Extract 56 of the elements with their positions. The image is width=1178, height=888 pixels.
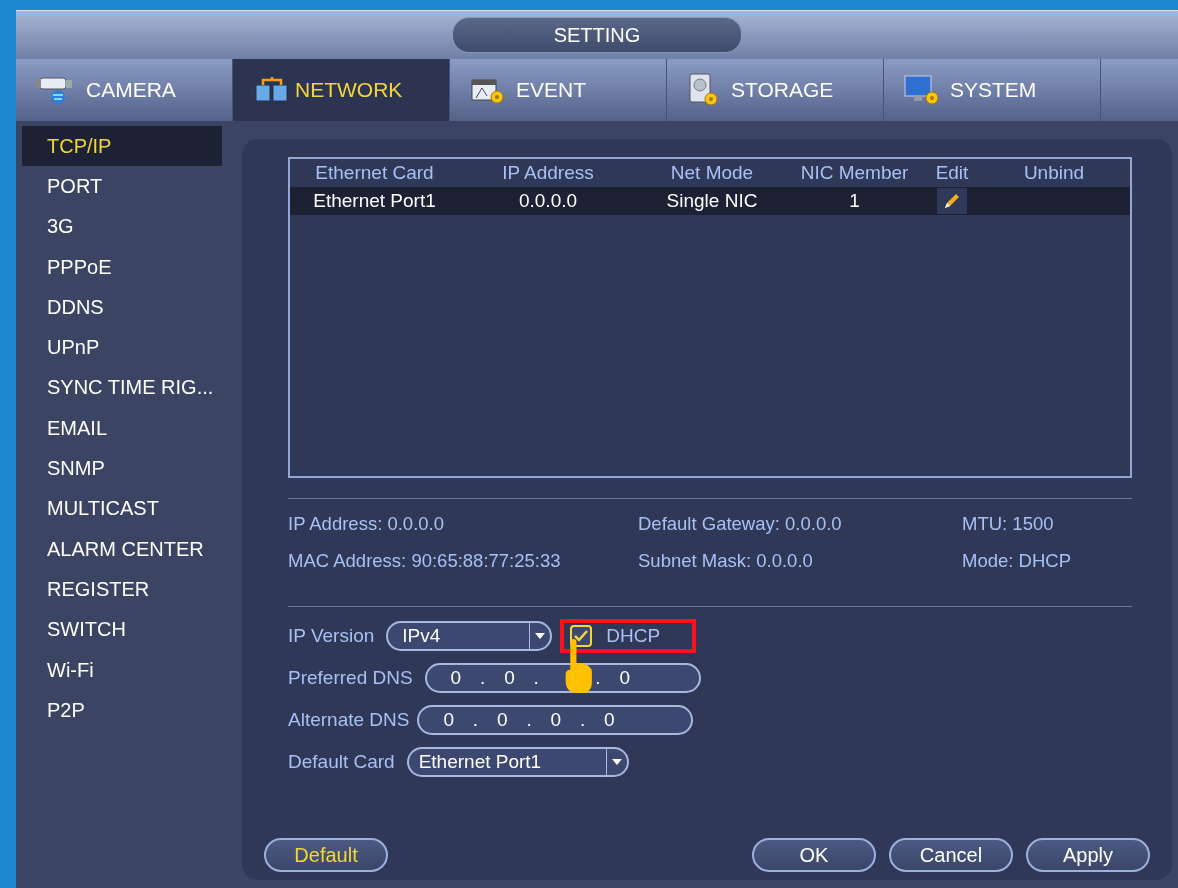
info-text: Subnet Mask: 0.0.0.0 [638, 550, 814, 572]
column-header: Edit [934, 162, 970, 184]
sidebar-item[interactable]: TCP/IP [22, 126, 222, 167]
ip-input-field[interactable]: 0 . 0 . 0 . 0 [417, 705, 694, 735]
field-label: Default Card [288, 751, 395, 773]
sidebar-item[interactable]: Wi-Fi [22, 649, 222, 691]
default-button[interactable]: Default [264, 838, 388, 872]
window-title: SETTING [452, 17, 742, 53]
column-header: Ethernet Card [314, 162, 435, 184]
column-header: IP Address [501, 162, 595, 184]
sidebar-item[interactable]: 3G [22, 206, 222, 247]
dialog-button[interactable]: Apply [1026, 838, 1150, 872]
checkbox-label: DHCP [606, 625, 661, 647]
dialog-button[interactable]: OK [752, 838, 876, 872]
sidebar-item[interactable]: EMAIL [22, 408, 222, 449]
info-text: Default Gateway: 0.0.0.0 [638, 513, 843, 535]
table-row[interactable]: Ethernet Port1 0.0.0.0 Single NIC 1 [290, 187, 1130, 215]
dialog-button[interactable]: Cancel [889, 838, 1013, 872]
info-text: MAC Address: 90:65:88:77:25:33 [288, 550, 562, 572]
info-text: IP Address: 0.0.0.0 [288, 513, 445, 535]
column-header: Unbind [1022, 162, 1086, 184]
checkmark-icon [574, 630, 589, 642]
sidebar-item[interactable]: SYNC TIME RIG... [22, 367, 222, 409]
monitor-icon [904, 74, 940, 106]
event-icon [470, 76, 506, 104]
table-cell-text: Single NIC [665, 190, 759, 212]
table-cell-text: 0.0.0.0 [517, 190, 579, 212]
tab[interactable]: NETWORK [233, 59, 450, 121]
info-text: Mode: DHCP [962, 550, 1072, 572]
caret-icon [535, 633, 546, 639]
ip-input-field[interactable]: 0 . 0 . . 0 [424, 663, 701, 693]
sidebar-item[interactable]: PORT [22, 166, 222, 207]
sidebar-item[interactable]: DDNS [22, 287, 222, 328]
field-label: Preferred DNS [288, 667, 413, 689]
field-label: Alternate DNS [288, 709, 410, 731]
table-cell-text: 1 [848, 190, 861, 212]
sidebar-item[interactable]: UPnP [22, 327, 222, 368]
sidebar-item[interactable]: SNMP [22, 448, 222, 489]
sidebar-item[interactable]: MULTICAST [22, 488, 222, 529]
sidebar-item[interactable]: ALARM CENTER [22, 528, 222, 570]
sidebar-item[interactable]: REGISTER [22, 569, 222, 610]
field-label: IP Version [288, 625, 375, 647]
checkbox[interactable] [570, 625, 593, 647]
column-header: NIC Member [799, 162, 910, 184]
ip-version-dropdown[interactable]: IPv4 [386, 621, 553, 651]
caret-icon [611, 759, 622, 765]
pencil-icon[interactable] [937, 188, 967, 214]
hard-drive-icon [687, 73, 721, 107]
sidebar-item[interactable]: P2P [22, 690, 222, 731]
sidebar-item[interactable]: SWITCH [22, 609, 222, 650]
sidebar-item[interactable]: PPPoE [22, 246, 222, 288]
network-icon [255, 77, 289, 103]
info-text: MTU: 1500 [962, 513, 1055, 535]
column-header: Net Mode [669, 162, 755, 184]
table-cell-text: Ethernet Port1 [312, 190, 437, 212]
default-card-dropdown[interactable]: Ethernet Port1 [406, 747, 629, 777]
